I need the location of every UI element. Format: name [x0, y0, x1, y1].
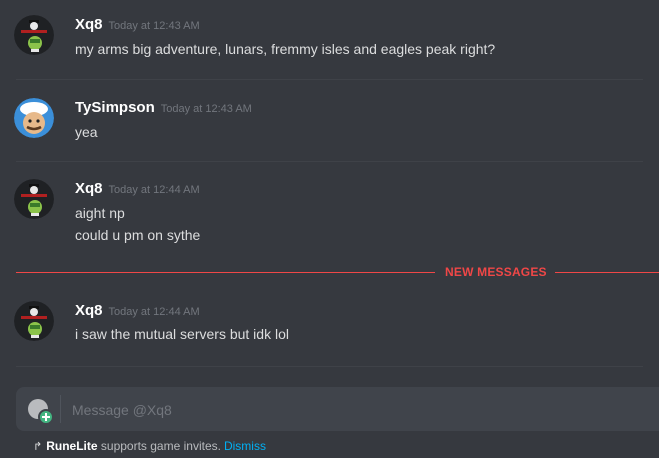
game-invite-notice: ↱ RuneLite supports game invites. Dismiss [33, 439, 266, 453]
avatar[interactable] [14, 301, 54, 341]
message-text: aight np [75, 205, 125, 221]
username[interactable]: Xq8 Today at 12:44 AM [75, 302, 200, 319]
author-name[interactable]: TySimpson [75, 99, 155, 116]
username[interactable]: Xq8 Today at 12:44 AM [75, 180, 200, 197]
plus-icon [38, 409, 54, 425]
avatar[interactable] [14, 179, 54, 219]
share-arrow-icon: ↱ [33, 441, 43, 453]
timestamp: Today at 12:44 AM [108, 306, 200, 318]
new-messages-label: NEW MESSAGES [445, 265, 547, 279]
new-messages-line-left [16, 272, 435, 273]
pirate-skull-icon [14, 301, 54, 341]
composer-separator [60, 395, 61, 423]
invite-text: supports game invites. [97, 439, 221, 453]
author-name[interactable]: Xq8 [75, 180, 103, 197]
chat-window: Xq8 Today at 12:43 AM my arms big adventu… [0, 0, 659, 458]
dismiss-link[interactable]: Dismiss [224, 439, 266, 453]
new-messages-line-right [555, 272, 659, 273]
avatar[interactable] [14, 98, 54, 138]
timestamp: Today at 12:44 AM [108, 184, 200, 196]
upload-button[interactable] [28, 399, 54, 425]
author-name[interactable]: Xq8 [75, 302, 103, 319]
username[interactable]: TySimpson Today at 12:43 AM [75, 99, 252, 116]
message-input[interactable] [70, 387, 634, 433]
message-composer [16, 387, 659, 433]
username[interactable]: Xq8 Today at 12:43 AM [75, 16, 200, 33]
message-divider [16, 366, 643, 367]
message-text: yea [75, 124, 98, 140]
message-text: i saw the mutual servers but idk lol [75, 326, 289, 342]
chef-face-icon [14, 98, 54, 138]
timestamp: Today at 12:43 AM [160, 103, 252, 115]
timestamp: Today at 12:43 AM [108, 20, 200, 32]
message-text: my arms big adventure, lunars, fremmy is… [75, 41, 496, 57]
avatar[interactable] [14, 15, 54, 55]
message-divider [16, 79, 643, 80]
message-text: could u pm on sythe [75, 227, 201, 243]
app-name: RuneLite [46, 439, 98, 453]
author-name[interactable]: Xq8 [75, 16, 103, 33]
message-divider [16, 161, 643, 162]
pirate-skull-icon [14, 179, 54, 219]
pirate-skull-icon [14, 15, 54, 55]
